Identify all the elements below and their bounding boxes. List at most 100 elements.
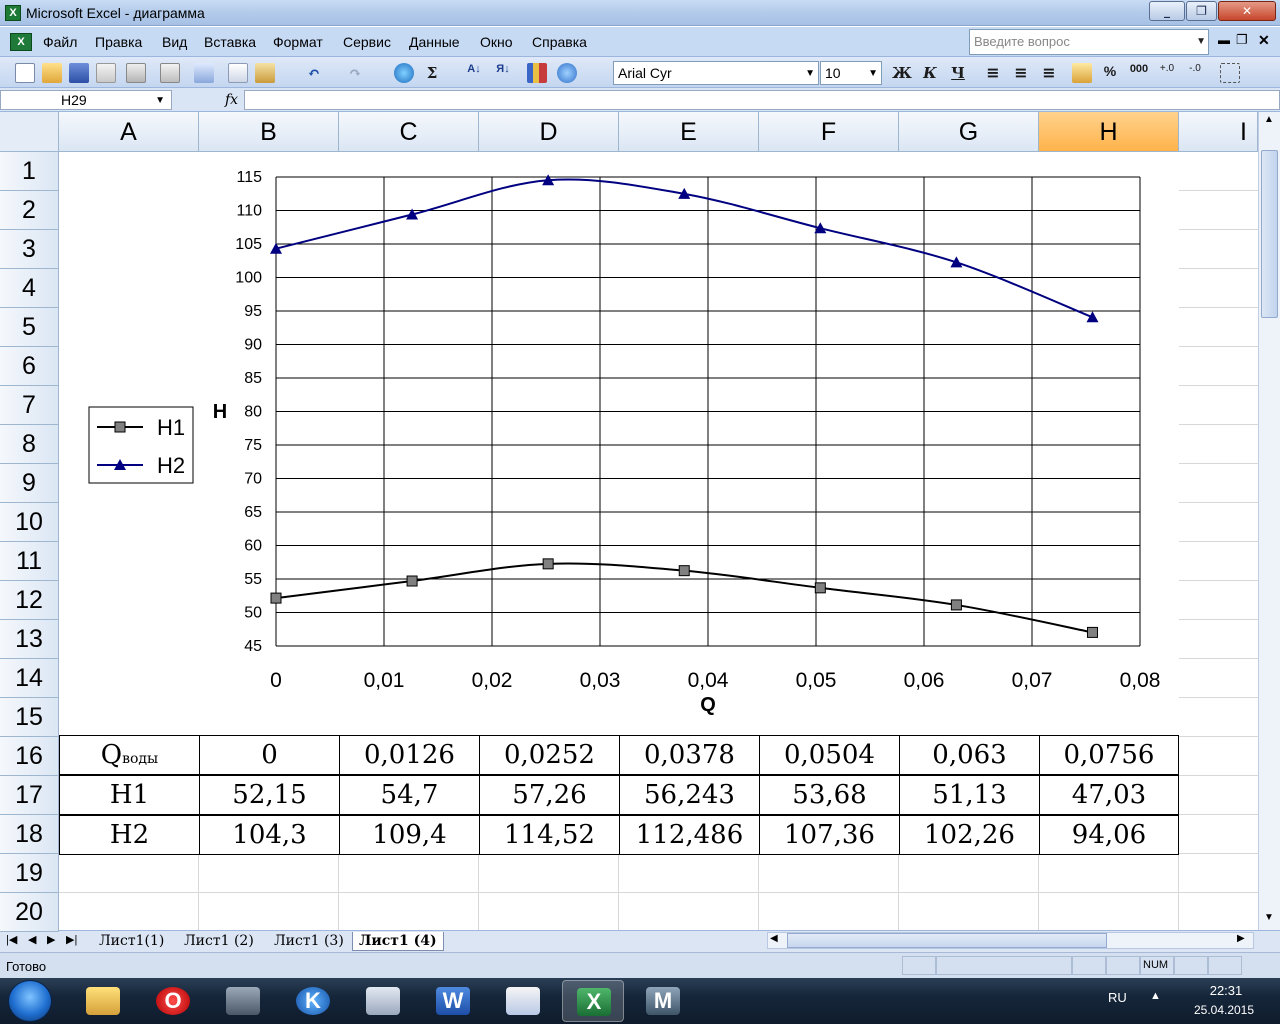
data-point-h1[interactable] [406,575,418,587]
data-point-h1[interactable] [1086,626,1098,638]
column-header-i[interactable]: I [1179,112,1258,152]
column-header-f[interactable]: F [759,112,899,152]
table-header-h1[interactable]: H1 [59,775,200,815]
row-header-5[interactable]: 5 [0,308,59,347]
taskbar-k-browser[interactable]: K [282,980,344,1022]
italic-button[interactable]: К [919,63,941,83]
next-sheet-icon[interactable]: ▶ [47,933,55,946]
formula-input[interactable] [244,90,1280,110]
vertical-scroll-thumb[interactable] [1261,150,1278,318]
row-header-4[interactable]: 4 [0,269,59,308]
data-point-h1[interactable] [678,565,690,577]
table-cell-h2-value[interactable]: 104,3 [199,815,340,855]
tray-language[interactable]: RU [1108,990,1127,1005]
table-cell-h2-value[interactable]: 107,36 [759,815,900,855]
close-button[interactable]: ✕ [1218,1,1276,21]
redo-icon[interactable]: ↷ [344,63,366,83]
borders-icon[interactable] [1220,63,1240,83]
font-size-select[interactable]: 10 ▼ [820,61,882,85]
autosum-icon[interactable]: Σ [421,63,443,83]
last-sheet-icon[interactable]: ▶| [66,933,77,946]
table-cell-h1-value[interactable]: 57,26 [479,775,620,815]
workbook-icon[interactable]: X [10,33,32,51]
data-point-h1[interactable] [542,558,554,570]
data-point-h2[interactable] [1086,311,1099,323]
embedded-chart[interactable]: 0 0,01 0,02 0,03 0,04 0,05 0,06 0,07 0,08 45 50 55… [59,152,1179,735]
column-header-h[interactable]: H [1039,112,1179,152]
table-cell-q-value[interactable]: 0,0126 [339,735,480,775]
menu-file[interactable]: Файл [43,34,77,50]
column-header-e[interactable]: E [619,112,759,152]
increase-decimal-icon[interactable]: +.0 [1156,63,1178,83]
column-header-g[interactable]: G [899,112,1039,152]
column-header-a[interactable]: A [59,112,199,152]
row-header-13[interactable]: 13 [0,620,59,659]
menu-edit[interactable]: Правка [95,34,142,50]
data-point-h1[interactable] [950,599,962,611]
menu-help[interactable]: Справка [532,34,587,50]
row-header-8[interactable]: 8 [0,425,59,464]
prev-sheet-icon[interactable]: ◀ [28,933,36,946]
table-cell-q-value[interactable]: 0 [199,735,340,775]
table-cell-h1-value[interactable]: 51,13 [899,775,1040,815]
taskbar-excel[interactable]: X [562,980,624,1022]
help-icon[interactable] [557,63,577,83]
horizontal-scroll-thumb[interactable] [787,933,1107,948]
table-cell-q-value[interactable]: 0,0756 [1039,735,1179,775]
align-right-icon[interactable]: ≡ [1038,63,1060,83]
table-cell-h1-value[interactable]: 54,7 [339,775,480,815]
underline-button[interactable]: Ч [947,63,969,83]
data-point-h1[interactable] [270,592,282,604]
table-cell-h2-value[interactable]: 94,06 [1039,815,1179,855]
decrease-decimal-icon[interactable]: -.0 [1184,63,1206,83]
row-header-7[interactable]: 7 [0,386,59,425]
menu-window[interactable]: Окно [480,34,513,50]
sort-descending-icon[interactable]: Я↓ [492,63,514,83]
align-center-icon[interactable]: ≡ [1010,63,1032,83]
row-header-20[interactable]: 20 [0,893,59,932]
taskbar-opera[interactable]: O [142,980,204,1022]
sheet-tab-2[interactable]: Лист1 (2) [178,932,260,951]
menu-tools[interactable]: Сервис [343,34,391,50]
first-sheet-icon[interactable]: |◀ [6,933,17,946]
menu-format[interactable]: Формат [273,34,323,50]
undo-icon[interactable]: ↶ [303,63,325,83]
table-cell-q-value[interactable]: 0,0378 [619,735,760,775]
taskbar-mathcad[interactable]: M [632,980,694,1022]
column-header-b[interactable]: B [199,112,339,152]
row-header-18[interactable]: 18 [0,815,59,854]
table-cell-h2-value[interactable]: 102,26 [899,815,1040,855]
new-document-icon[interactable] [15,63,35,83]
sheet-tab-4[interactable]: Лист1 (4) [352,932,444,951]
row-header-3[interactable]: 3 [0,230,59,269]
font-name-select[interactable]: Arial Cyr ▼ [613,61,819,85]
name-box[interactable]: H29 ▼ [0,90,172,110]
taskbar-word[interactable]: W [422,980,484,1022]
table-header-q[interactable]: Qводы [59,735,200,775]
chart-wizard-icon[interactable] [527,63,547,83]
paste-icon[interactable] [255,63,275,83]
taskbar-explorer[interactable] [72,980,134,1022]
row-header-19[interactable]: 19 [0,854,59,893]
print-icon[interactable] [126,63,146,83]
taskbar-pen[interactable] [492,980,554,1022]
ask-question-input[interactable]: Введите вопрос ▼ [969,29,1209,55]
doc-restore-icon[interactable]: ❐ [1236,32,1248,48]
legend[interactable]: H1 H2 [88,406,194,484]
row-header-6[interactable]: 6 [0,347,59,386]
data-point-h1[interactable] [814,582,826,594]
row-header-10[interactable]: 10 [0,503,59,542]
row-header-11[interactable]: 11 [0,542,59,581]
chevron-down-icon[interactable]: ▼ [1196,36,1206,47]
percent-style-button[interactable]: % [1099,63,1121,83]
column-header-d[interactable]: D [479,112,619,152]
table-cell-h1-value[interactable]: 56,243 [619,775,760,815]
currency-format-icon[interactable] [1072,63,1092,83]
insert-function-icon[interactable]: fx [225,92,238,108]
scroll-left-icon[interactable]: ◀ [770,933,778,944]
doc-minimize-icon[interactable]: ▬ [1218,33,1230,47]
minimize-button[interactable]: _ [1149,1,1185,21]
row-header-14[interactable]: 14 [0,659,59,698]
table-cell-h1-value[interactable]: 47,03 [1039,775,1179,815]
save-icon[interactable] [69,63,89,83]
